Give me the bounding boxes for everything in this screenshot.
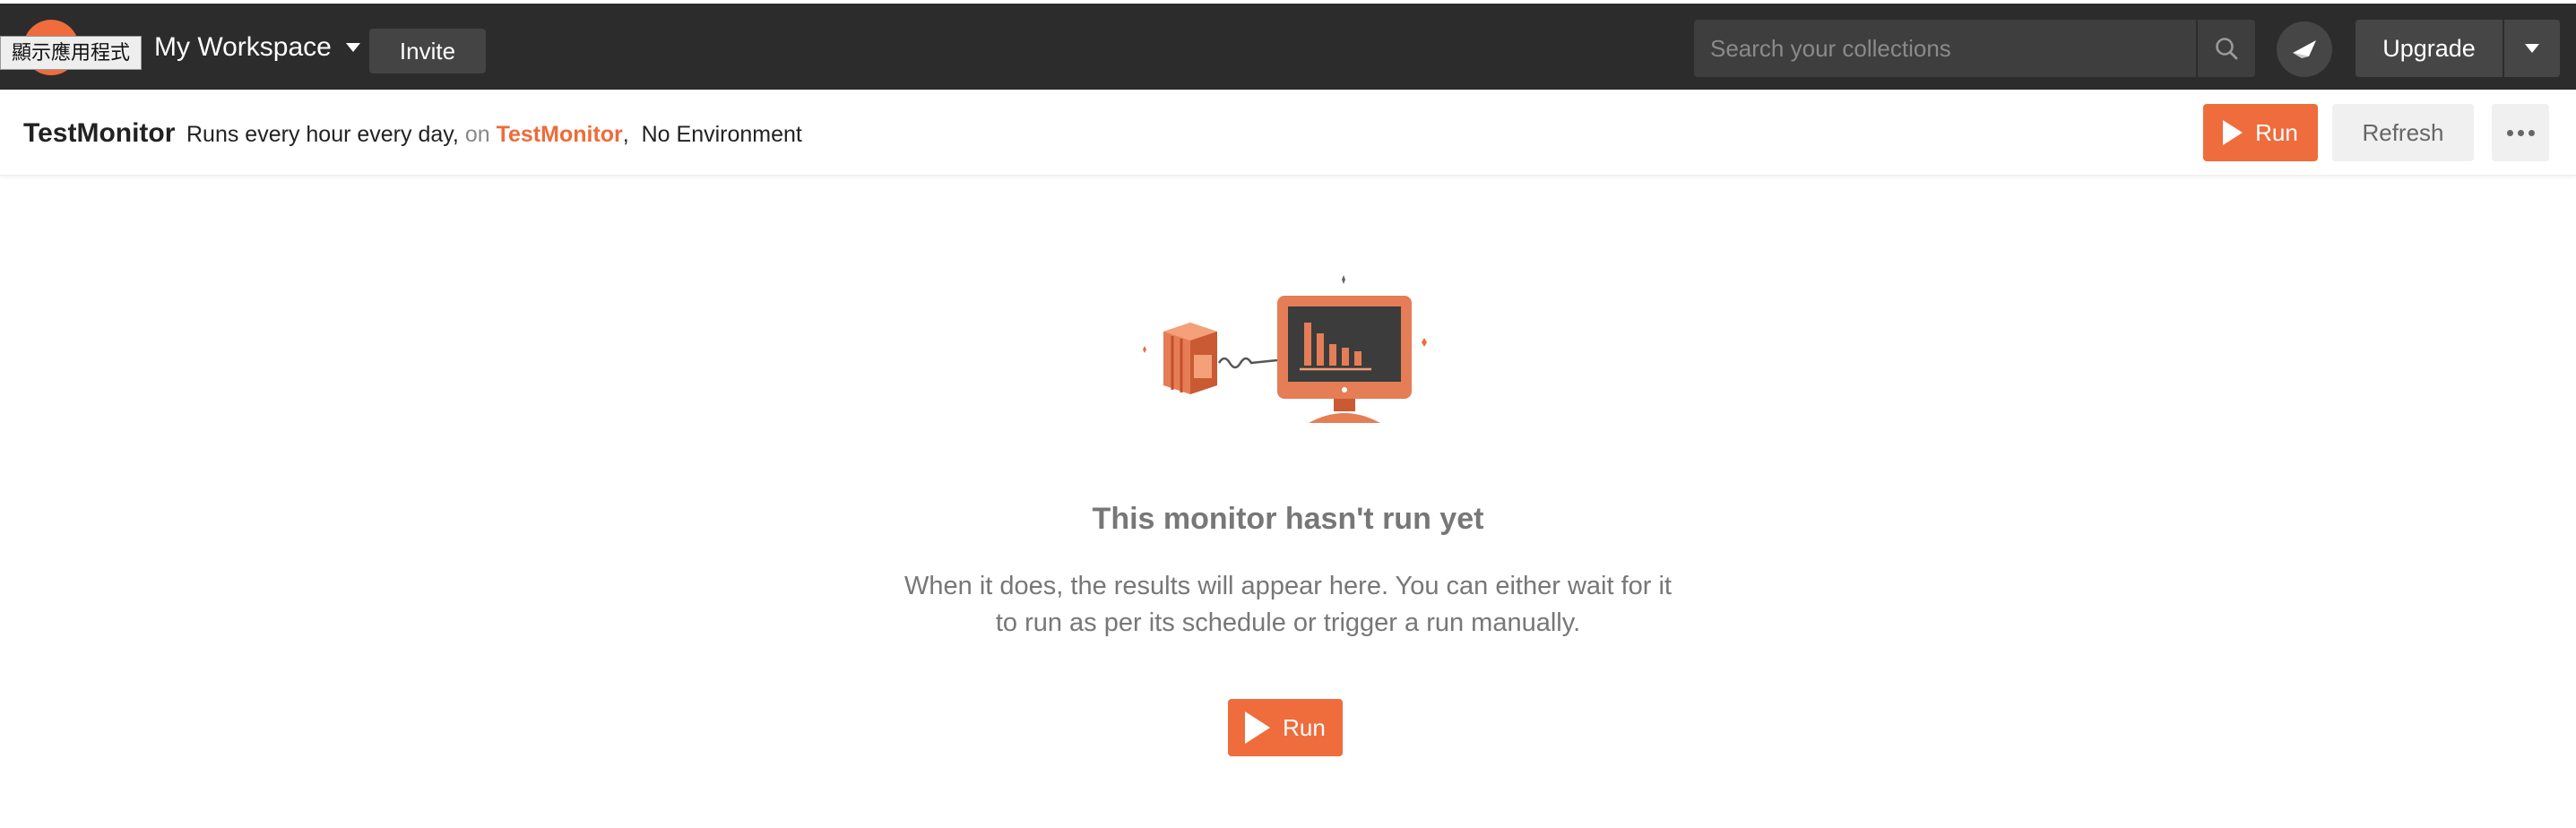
play-icon <box>1245 712 1271 744</box>
monitor-header: TestMonitor Runs every hour every day, o… <box>0 90 2576 176</box>
refresh-button[interactable]: Refresh <box>2332 104 2474 161</box>
collection-link[interactable]: TestMonitor <box>497 122 623 147</box>
ellipsis-icon <box>2506 129 2513 136</box>
run-monitor-button[interactable]: Run <box>1228 699 1343 756</box>
run-label: Run <box>2255 118 2298 146</box>
satellite-dish-icon <box>2293 40 2316 58</box>
monitor-schedule-line: Runs every hour every day, on TestMonito… <box>186 122 802 148</box>
workspace-label: My Workspace <box>154 32 332 62</box>
more-options-button[interactable] <box>2492 104 2549 161</box>
run-button[interactable]: Run <box>2203 104 2318 161</box>
schedule-text: Runs every hour every day, <box>186 122 459 147</box>
monitor-illustration <box>1143 275 1427 423</box>
upgrade-button[interactable]: Upgrade <box>2356 20 2503 77</box>
computer-monitor-icon <box>1277 296 1412 423</box>
search-box <box>1694 20 2255 77</box>
sparkle-icon <box>1422 338 1427 347</box>
separator: , <box>622 122 629 147</box>
cable <box>1217 357 1278 369</box>
empty-state-title: This monitor hasn't run yet <box>1092 502 1484 536</box>
empty-state-description: When it does, the results will appear he… <box>904 572 1672 637</box>
ellipsis-icon <box>2528 129 2535 136</box>
satellite-button[interactable] <box>2277 22 2332 77</box>
environment-label: No Environment <box>641 122 802 147</box>
sparkle-icon <box>1342 275 1345 284</box>
workspace-selector[interactable]: My Workspace <box>154 32 360 63</box>
ellipsis-icon <box>2517 129 2524 136</box>
upgrade-menu-button[interactable] <box>2504 20 2560 77</box>
tooltip: 顯示應用程式 <box>0 36 143 70</box>
search-button[interactable] <box>2196 20 2255 77</box>
chevron-down-icon <box>345 43 360 52</box>
invite-button[interactable]: Invite <box>369 29 486 73</box>
search-icon <box>2216 38 2238 60</box>
monitor-title: TestMonitor <box>23 118 176 148</box>
sparkle-icon <box>1143 346 1146 353</box>
top-bar: 顯示應用程式 My Workspace Invite Upgrade <box>0 0 2576 90</box>
chevron-down-icon <box>2525 44 2539 53</box>
app-window: 顯示應用程式 My Workspace Invite Upgrade <box>0 0 2576 828</box>
play-icon <box>2223 120 2243 145</box>
search-input[interactable] <box>1694 20 2196 77</box>
run-label: Run <box>1283 713 1326 741</box>
on-label: on <box>464 122 490 147</box>
cube-icon <box>1163 323 1217 394</box>
